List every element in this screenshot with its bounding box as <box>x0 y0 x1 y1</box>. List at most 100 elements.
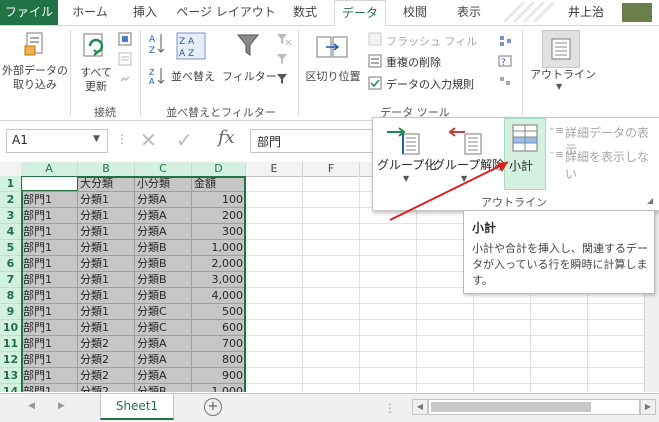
cell-a3[interactable]: 部門1 <box>21 208 78 224</box>
cell-c4[interactable]: 分類A <box>135 224 192 240</box>
cell-a14[interactable]: 部門1 <box>21 384 78 392</box>
hide-detail-button[interactable]: 詳細を表示しない <box>565 148 659 182</box>
outline-dropdown-icon[interactable]: ▼ <box>556 82 562 91</box>
next-sheet-icon[interactable]: ▶ <box>58 401 65 411</box>
cell-a2[interactable]: 部門1 <box>21 192 78 208</box>
tab-insert[interactable]: 挿入 <box>120 0 170 25</box>
select-all-corner[interactable] <box>0 162 22 177</box>
tab-file[interactable]: ファイル <box>0 0 58 25</box>
reapply-filter-icon[interactable] <box>276 52 292 66</box>
cell-a5[interactable]: 部門1 <box>21 240 78 256</box>
row-header-12[interactable]: 12 <box>0 352 22 368</box>
name-box[interactable]: A1 ▼ <box>6 129 108 153</box>
clear-filter-icon[interactable] <box>276 32 292 46</box>
cell-a13[interactable]: 部門1 <box>21 368 78 384</box>
tab-page-layout[interactable]: ページ レイアウト <box>174 0 278 25</box>
cell-a8[interactable]: 部門1 <box>21 288 78 304</box>
dialog-launcher-icon[interactable]: ◢ <box>647 196 653 205</box>
cell-a7[interactable]: 部門1 <box>21 272 78 288</box>
tab-review[interactable]: 校閲 <box>390 0 440 25</box>
external-data-button[interactable]: 外部データの 取り込み <box>2 64 68 92</box>
avatar[interactable] <box>622 3 652 22</box>
cell-d4[interactable]: 300 <box>192 224 246 240</box>
refresh-all-button[interactable]: すべて 更新 <box>74 66 118 94</box>
tab-view[interactable]: 表示 <box>444 0 494 25</box>
scroll-right-icon[interactable]: ▶ <box>640 399 656 415</box>
what-if-icon[interactable]: ? <box>498 54 512 68</box>
cell-d8[interactable]: 4,000 <box>192 288 246 304</box>
horizontal-scroll-thumb[interactable] <box>431 402 591 412</box>
cell-c7[interactable]: 分類B <box>135 272 192 288</box>
properties-icon[interactable] <box>118 52 132 66</box>
cell-d11[interactable]: 700 <box>192 336 246 352</box>
cell-d14[interactable]: 1,000 <box>192 384 246 392</box>
cell-a10[interactable]: 部門1 <box>21 320 78 336</box>
cell-b9[interactable]: 分類1 <box>78 304 135 320</box>
cell-a4[interactable]: 部門1 <box>21 224 78 240</box>
column-header-f[interactable]: F <box>303 162 360 177</box>
row-header-13[interactable]: 13 <box>0 368 22 384</box>
cancel-icon[interactable]: ✕ <box>140 128 157 152</box>
cell-c2[interactable]: 分類A <box>135 192 192 208</box>
cell-b3[interactable]: 分類1 <box>78 208 135 224</box>
cell-b7[interactable]: 分類1 <box>78 272 135 288</box>
sort-button[interactable]: 並べ替え <box>168 68 218 84</box>
outline-button-bg[interactable] <box>542 30 580 68</box>
enter-icon[interactable]: ✓ <box>176 128 193 152</box>
cell-c13[interactable]: 分類A <box>135 368 192 384</box>
cell-c8[interactable]: 分類B <box>135 288 192 304</box>
row-header-1[interactable]: 1 <box>0 176 22 192</box>
row-header-2[interactable]: 2 <box>0 192 22 208</box>
data-validation-button[interactable]: データの入力規則 <box>386 76 474 92</box>
cell-c5[interactable]: 分類B <box>135 240 192 256</box>
row-header-6[interactable]: 6 <box>0 256 22 272</box>
advanced-filter-icon[interactable] <box>276 72 292 86</box>
cell-b10[interactable]: 分類1 <box>78 320 135 336</box>
cell-b8[interactable]: 分類1 <box>78 288 135 304</box>
row-header-5[interactable]: 5 <box>0 240 22 256</box>
sort-za-icon[interactable]: ZA <box>148 66 166 86</box>
cell-c14[interactable]: 分類B <box>135 384 192 392</box>
cell-a9[interactable]: 部門1 <box>21 304 78 320</box>
name-box-dropdown-icon[interactable]: ▼ <box>93 134 100 144</box>
text-to-columns-button[interactable]: 区切り位置 <box>304 68 362 84</box>
row-header-4[interactable]: 4 <box>0 224 22 240</box>
add-sheet-icon[interactable]: + <box>204 398 222 416</box>
cell-d2[interactable]: 100 <box>192 192 246 208</box>
scroll-left-icon[interactable]: ◀ <box>412 399 428 415</box>
column-header-e[interactable]: E <box>246 162 303 177</box>
cell-b11[interactable]: 分類2 <box>78 336 135 352</box>
prev-sheet-icon[interactable]: ◀ <box>28 401 35 411</box>
cell-b12[interactable]: 分類2 <box>78 352 135 368</box>
cell-a12[interactable]: 部門1 <box>21 352 78 368</box>
cell-c6[interactable]: 分類B <box>135 256 192 272</box>
cell-c9[interactable]: 分類C <box>135 304 192 320</box>
tab-data[interactable]: データ <box>334 0 386 27</box>
cell-d10[interactable]: 600 <box>192 320 246 336</box>
sort-az-icon[interactable]: AZ <box>148 32 166 56</box>
flash-fill-button[interactable]: フラッシュ フィル <box>386 33 477 49</box>
insert-function-icon[interactable]: fx <box>218 127 235 148</box>
row-header-9[interactable]: 9 <box>0 304 22 320</box>
filter-button[interactable]: フィルター <box>222 68 277 84</box>
remove-duplicates-button[interactable]: 重複の削除 <box>386 54 441 70</box>
edit-links-icon[interactable] <box>118 72 132 86</box>
cell-b14[interactable]: 分類2 <box>78 384 135 392</box>
cell-b6[interactable]: 分類1 <box>78 256 135 272</box>
active-cell[interactable] <box>21 176 78 191</box>
cell-d1[interactable]: 金額 <box>192 176 246 192</box>
row-header-10[interactable]: 10 <box>0 320 22 336</box>
outline-button[interactable]: アウトライン <box>530 66 596 82</box>
cell-d12[interactable]: 800 <box>192 352 246 368</box>
row-header-3[interactable]: 3 <box>0 208 22 224</box>
cell-c12[interactable]: 分類A <box>135 352 192 368</box>
consolidate-icon[interactable] <box>498 34 512 48</box>
cell-b2[interactable]: 分類1 <box>78 192 135 208</box>
cell-a11[interactable]: 部門1 <box>21 336 78 352</box>
row-header-11[interactable]: 11 <box>0 336 22 352</box>
horizontal-scrollbar[interactable] <box>428 399 640 415</box>
cell-d9[interactable]: 500 <box>192 304 246 320</box>
tab-formulas[interactable]: 数式 <box>282 0 328 25</box>
cell-d7[interactable]: 3,000 <box>192 272 246 288</box>
row-header-8[interactable]: 8 <box>0 288 22 304</box>
